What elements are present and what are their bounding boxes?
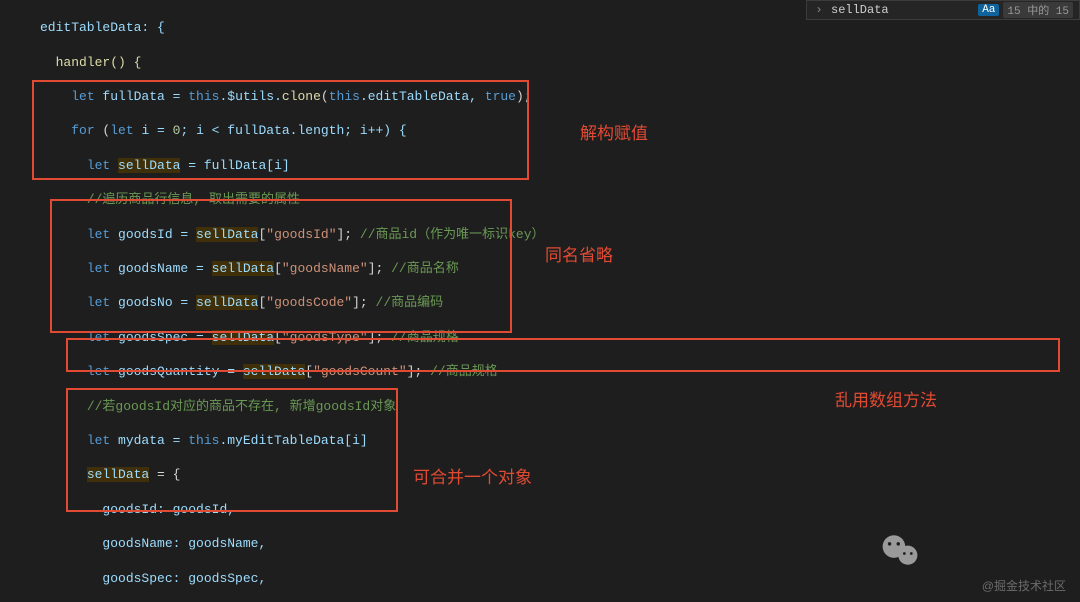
match-case-badge[interactable]: Aa	[978, 4, 999, 16]
search-term: sellData	[825, 3, 978, 17]
search-bar[interactable]: › sellData Aa 15 中的 15	[806, 0, 1080, 20]
code-editor[interactable]: editTableData: { handler() { let fullDat…	[0, 0, 1080, 602]
chevron-right-icon: ›	[813, 3, 825, 17]
search-hint: 15 中的 15	[1003, 2, 1073, 18]
search-badges: Aa 15 中的 15	[978, 2, 1073, 18]
